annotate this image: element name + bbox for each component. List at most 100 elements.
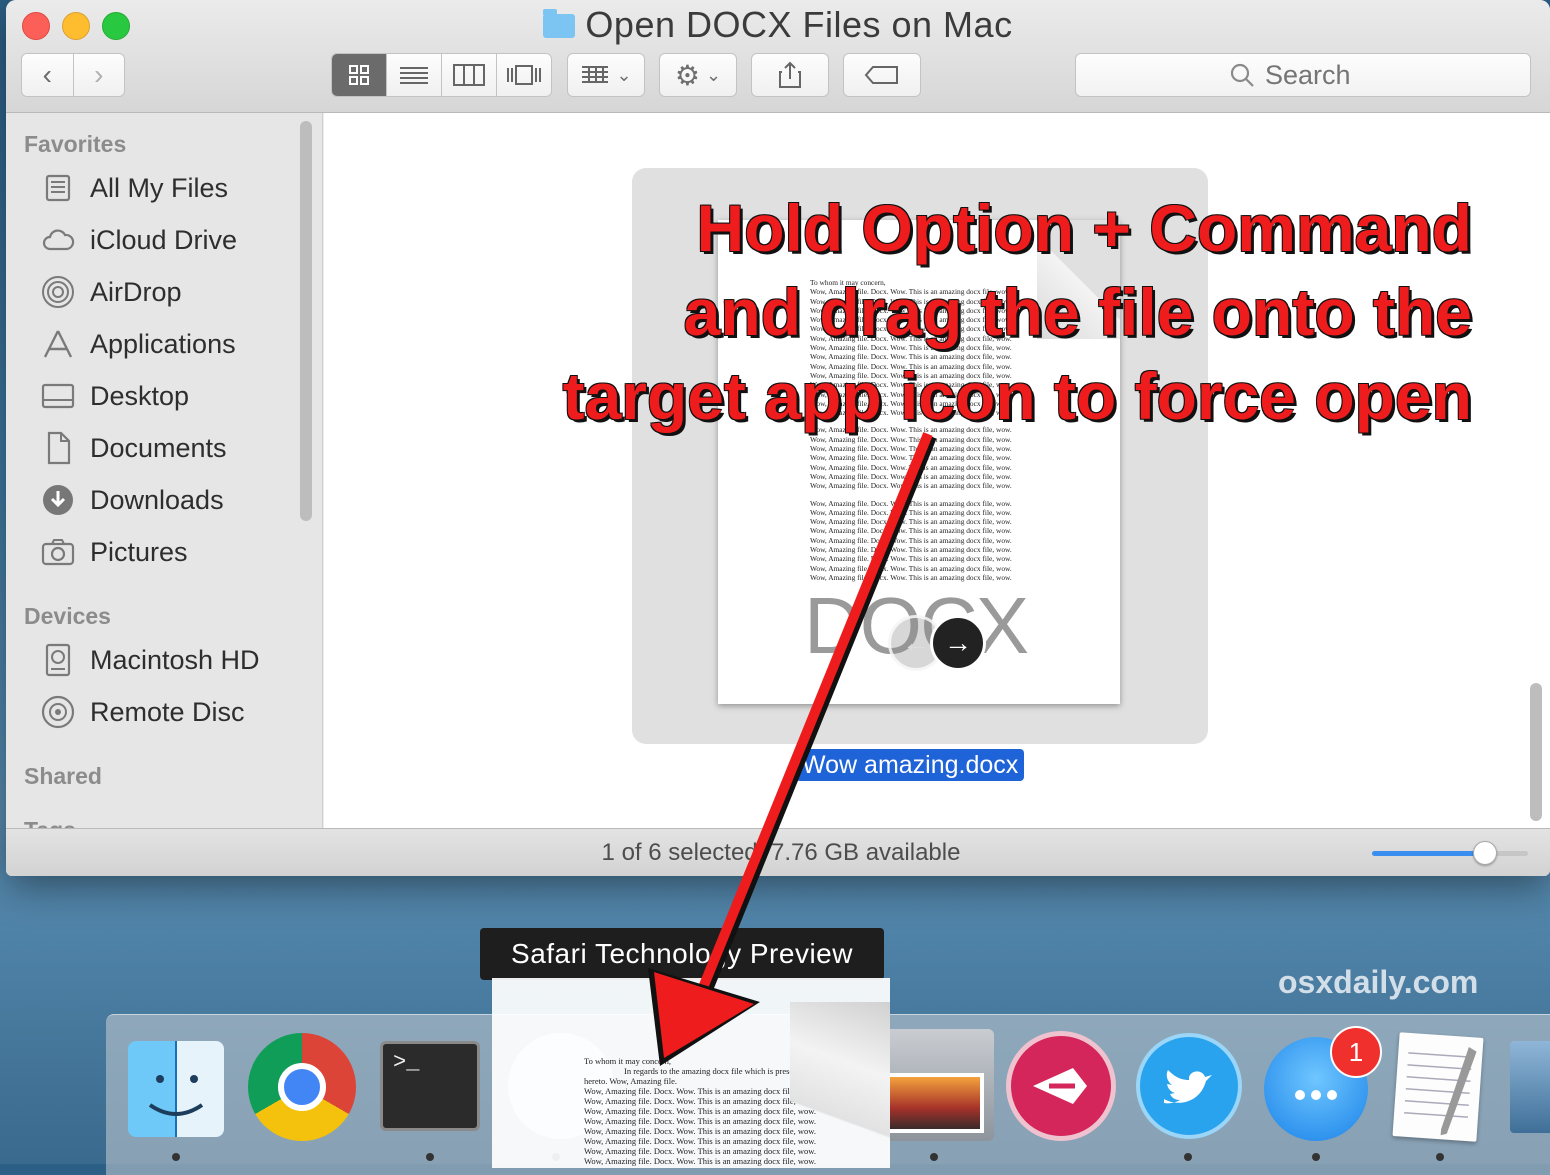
sidebar-item-label: Remote Disc <box>90 696 245 727</box>
sidebar-item-remote-disc[interactable]: Remote Disc <box>40 690 245 734</box>
sidebar-item-applications[interactable]: Applications <box>40 322 236 366</box>
share-button[interactable] <box>751 53 829 97</box>
back-button[interactable]: ‹ <box>22 54 74 96</box>
document-preview-line: Wow, Amazing file. Docx. Wow. This is an… <box>810 526 1012 536</box>
disc-icon <box>40 694 76 730</box>
sidebar-item-label: Applications <box>90 328 236 359</box>
forward-button[interactable]: › <box>73 54 124 96</box>
downloads-icon <box>40 482 76 518</box>
sidebar-item-label: All My Files <box>90 172 229 203</box>
dock-tooltip: Safari Technology Preview <box>480 928 884 980</box>
running-indicator <box>1436 1153 1444 1161</box>
sidebar-item-documents[interactable]: Documents <box>40 426 227 470</box>
running-indicator <box>930 1153 938 1161</box>
tags-button[interactable] <box>843 53 921 97</box>
sidebar-item-label: Pictures <box>90 536 188 567</box>
chrome-center-icon <box>278 1063 326 1111</box>
chevron-right-icon: › <box>94 59 104 90</box>
quicklook-forward-icon[interactable]: → <box>930 615 986 671</box>
folder-icon <box>543 9 576 38</box>
title-bar[interactable]: Open DOCX Files on Mac ‹ › ⌄ ⚙ ⌄ Search <box>6 0 1550 113</box>
annotation-line: and drag the file onto the <box>683 275 1472 349</box>
list-view-button[interactable] <box>387 54 442 96</box>
view-mode-control <box>331 53 552 97</box>
photos-icon[interactable] <box>1510 1041 1550 1133</box>
devices-header: Devices <box>24 603 111 629</box>
action-button[interactable]: ⚙ ⌄ <box>659 53 737 97</box>
annotation-text: Hold Option + Command and drag the file … <box>480 186 1472 438</box>
window-title: Open DOCX Files on Mac <box>585 4 1013 45</box>
document-preview-line: Wow, Amazing file. Docx. Wow. This is an… <box>810 545 1012 555</box>
tags-header: Tags <box>24 817 76 828</box>
column-view-icon <box>453 64 485 86</box>
finder-icon[interactable] <box>128 1041 224 1137</box>
gear-icon: ⚙ <box>674 59 700 91</box>
watermark: osxdaily.com <box>1278 964 1479 1000</box>
document-preview-line: Wow, Amazing file. Docx. Wow. This is an… <box>810 498 1012 508</box>
sidebar-item-desktop[interactable]: Desktop <box>40 374 189 418</box>
main-scrollbar[interactable] <box>1530 683 1542 821</box>
sidebar-item-label: Downloads <box>90 484 224 515</box>
search-icon <box>1230 63 1254 87</box>
terminal-icon[interactable]: >_ <box>380 1041 480 1131</box>
twitter-icon[interactable] <box>1136 1033 1242 1139</box>
status-text: 1 of 6 selected, 7.76 GB available <box>601 839 961 866</box>
sidebar-item-icloud-drive[interactable]: iCloud Drive <box>40 218 237 262</box>
sidebar-item-label: Desktop <box>90 380 190 411</box>
column-view-button[interactable] <box>442 54 497 96</box>
sidebar-item-all-my-files[interactable]: All My Files <box>40 166 228 210</box>
cloud-icon <box>40 222 76 258</box>
sidebar-item-pictures[interactable]: Pictures <box>40 530 188 574</box>
document-preview-line: Wow, Amazing file. Docx. Wow. This is an… <box>810 462 1012 472</box>
document-preview-line: Wow, Amazing file. Docx. Wow. This is an… <box>810 444 1012 454</box>
dragged-document-preview: To whom it may concern, In regards to th… <box>492 978 890 1168</box>
arrange-icon <box>582 66 609 83</box>
running-indicator <box>1312 1153 1320 1161</box>
running-indicator <box>172 1153 180 1161</box>
window-title-area: Open DOCX Files on Mac <box>6 4 1550 46</box>
search-input[interactable] <box>1263 58 1377 92</box>
shared-header: Shared <box>24 763 102 789</box>
selected-file-name[interactable]: Wow amazing.docx <box>796 749 1025 781</box>
camera-icon <box>40 534 76 570</box>
icon-view-button[interactable] <box>332 54 387 96</box>
preview-icon[interactable] <box>876 1029 994 1141</box>
skitch-icon[interactable] <box>1006 1031 1116 1141</box>
search-field[interactable] <box>1075 53 1531 97</box>
document-preview-line: Wow, Amazing file. Docx. Wow. This is an… <box>810 563 1012 573</box>
document-preview-line: Wow, Amazing file. Docx. Wow. This is an… <box>810 471 1012 481</box>
cover-flow-view-button[interactable] <box>497 54 551 96</box>
chrome-icon[interactable] <box>248 1033 356 1141</box>
sidebar-item-label: Documents <box>90 432 227 463</box>
document-preview-line: Wow, Amazing file. Docx. Wow. This is an… <box>810 481 1012 491</box>
sidebar-item-macintosh-hd[interactable]: Macintosh HD <box>40 638 260 682</box>
textedit-icon[interactable] <box>1392 1032 1484 1142</box>
favorites-header: Favorites <box>24 131 127 157</box>
dragged-document-line: Wow, Amazing file. Docx. Wow. This is an… <box>584 1086 817 1096</box>
messages-badge: 1 <box>1330 1026 1382 1078</box>
icon-size-slider[interactable] <box>1372 841 1528 865</box>
dragged-document-line: Wow, Amazing file. Docx. Wow. This is an… <box>584 1136 817 1146</box>
sidebar-scrollbar[interactable] <box>300 121 312 521</box>
all-files-icon <box>40 170 76 206</box>
sidebar-item-airdrop[interactable]: AirDrop <box>40 270 182 314</box>
applications-icon <box>40 326 76 362</box>
nav-buttons: ‹ › <box>21 53 125 97</box>
arrange-button[interactable]: ⌄ <box>567 53 645 97</box>
hard-drive-icon <box>40 642 76 678</box>
terminal-prompt: >_ <box>393 1050 420 1075</box>
finder-window: Open DOCX Files on Mac ‹ › ⌄ ⚙ ⌄ Search … <box>6 0 1550 876</box>
dragged-document-line: Wow, Amazing file. Docx. Wow. This is an… <box>584 1156 817 1166</box>
sidebar-item-downloads[interactable]: Downloads <box>40 478 224 522</box>
document-preview-line: Wow, Amazing file. Docx. Wow. This is an… <box>810 554 1012 564</box>
preview-photo-icon <box>886 1073 984 1133</box>
airdrop-icon <box>40 274 76 310</box>
share-icon <box>779 61 801 88</box>
dragged-document-text: To whom it may concern, In regards to th… <box>584 1056 824 1166</box>
running-indicator <box>426 1153 434 1161</box>
dragged-document-line: Wow, Amazing file. Docx. Wow. This is an… <box>584 1116 817 1126</box>
tag-icon <box>864 66 898 84</box>
sidebar-item-label: AirDrop <box>90 276 182 307</box>
icon-view-icon <box>349 65 369 85</box>
documents-icon <box>40 430 76 466</box>
